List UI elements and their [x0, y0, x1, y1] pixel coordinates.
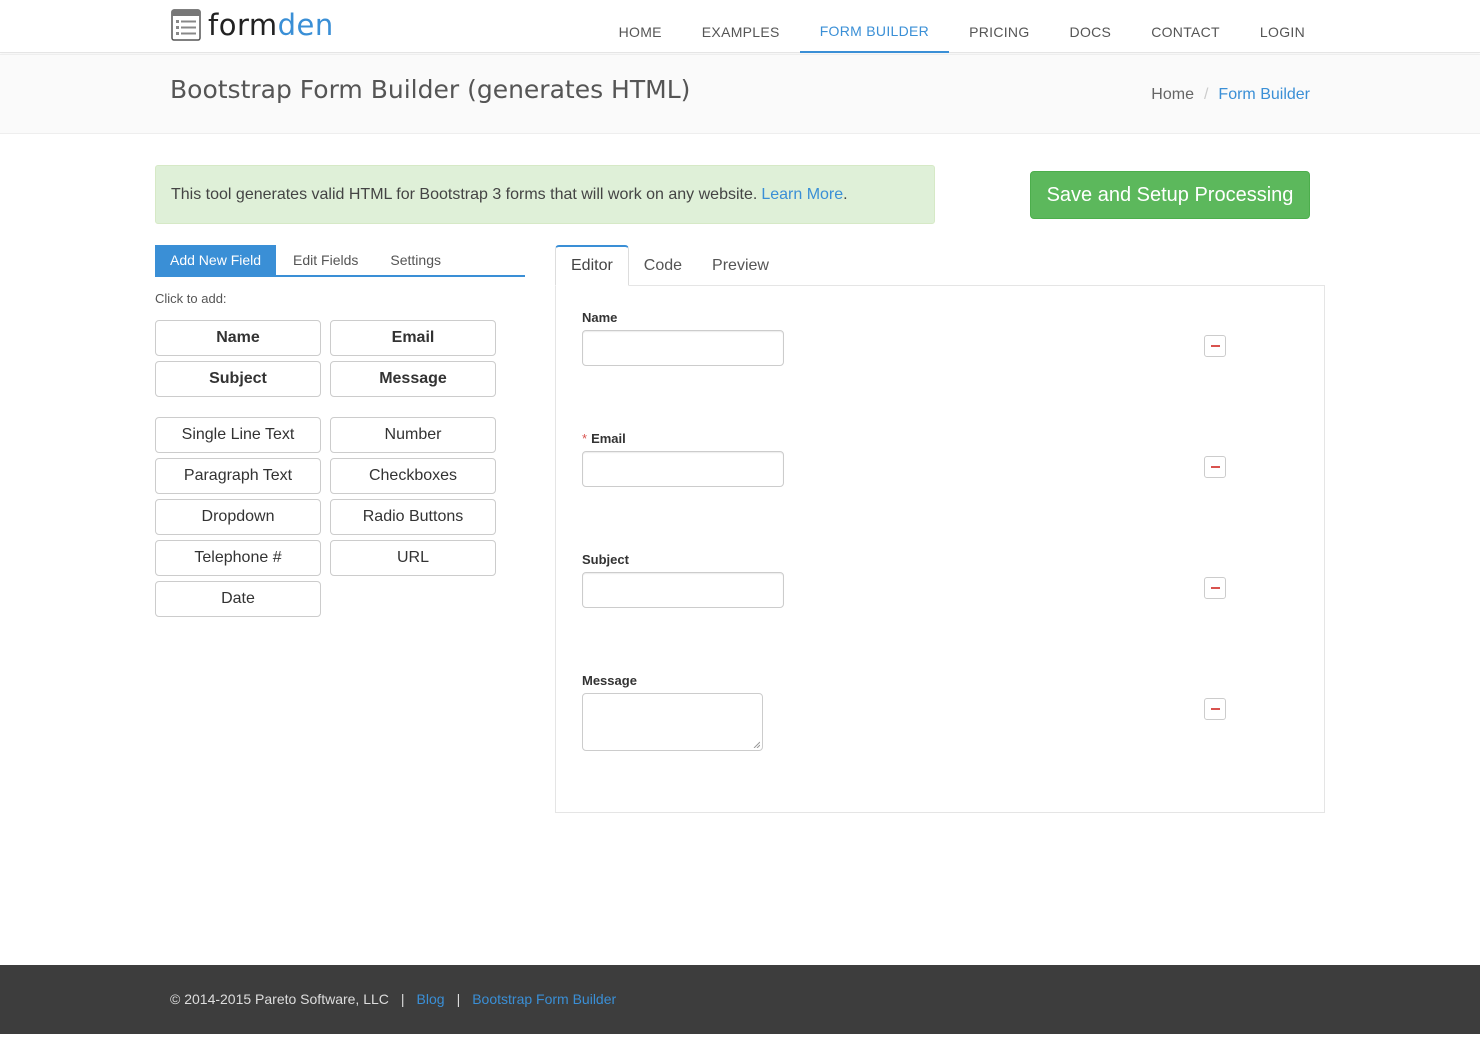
add-email-button[interactable]: Email	[330, 320, 496, 356]
add-subject-button[interactable]: Subject	[155, 361, 321, 397]
navbar: formden HOME EXAMPLES FORM BUILDER PRICI…	[0, 0, 1480, 53]
minus-icon	[1210, 345, 1220, 347]
click-to-add-label: Click to add:	[155, 291, 227, 306]
minus-icon	[1210, 587, 1220, 589]
tab-code[interactable]: Code	[629, 245, 697, 286]
alert-text: This tool generates valid HTML for Boots…	[171, 185, 758, 203]
tab-settings[interactable]: Settings	[375, 245, 456, 275]
add-message-button[interactable]: Message	[330, 361, 496, 397]
nav-form-builder[interactable]: FORM BUILDER	[799, 0, 950, 53]
nav-login[interactable]: LOGIN	[1240, 0, 1325, 53]
field-label-message-text: Message	[582, 673, 637, 688]
footer-separator: |	[400, 991, 405, 1007]
breadcrumb-current[interactable]: Form Builder	[1218, 86, 1310, 104]
footer-link-bootstrap-form-builder[interactable]: Bootstrap Form Builder	[472, 991, 616, 1007]
footer: © 2014-2015 Pareto Software, LLC | Blog …	[0, 965, 1480, 1034]
field-label-email: * Email	[582, 431, 626, 446]
learn-more-link[interactable]: Learn More	[761, 186, 843, 204]
field-label-message: Message	[582, 673, 637, 688]
tab-edit-fields[interactable]: Edit Fields	[278, 245, 373, 275]
nav-examples[interactable]: EXAMPLES	[682, 0, 800, 53]
nav-docs[interactable]: DOCS	[1050, 0, 1132, 53]
tab-preview[interactable]: Preview	[697, 245, 784, 286]
footer-separator: |	[456, 991, 461, 1007]
field-label-name: Name	[582, 310, 617, 325]
breadcrumb-home[interactable]: Home	[1151, 86, 1194, 104]
field-label-name-text: Name	[582, 310, 618, 325]
add-url-button[interactable]: URL	[330, 540, 496, 576]
logo-text: formden	[208, 8, 334, 42]
add-paragraph-text-button[interactable]: Paragraph Text	[155, 458, 321, 494]
add-radio-buttons-button[interactable]: Radio Buttons	[330, 499, 496, 535]
copyright: © 2014-2015 Pareto Software, LLC	[170, 991, 389, 1007]
remove-name-field-button[interactable]	[1204, 335, 1226, 357]
nav-home[interactable]: HOME	[599, 0, 682, 53]
logo-text-part2: den	[277, 8, 334, 42]
field-label-email-text: Email	[591, 431, 626, 446]
tab-editor[interactable]: Editor	[555, 245, 629, 286]
remove-email-field-button[interactable]	[1204, 456, 1226, 478]
subject-input[interactable]	[582, 572, 784, 608]
name-input[interactable]	[582, 330, 784, 366]
remove-subject-field-button[interactable]	[1204, 577, 1226, 599]
add-checkboxes-button[interactable]: Checkboxes	[330, 458, 496, 494]
required-marker: *	[582, 431, 588, 446]
info-alert: This tool generates valid HTML for Boots…	[155, 165, 935, 224]
editor-panel: Name * Email Subject Message	[555, 285, 1325, 813]
tab-add-new-field[interactable]: Add New Field	[155, 245, 277, 275]
field-label-subject: Subject	[582, 552, 629, 567]
document-list-icon	[171, 9, 201, 41]
add-telephone-button[interactable]: Telephone #	[155, 540, 321, 576]
logo[interactable]: formden	[170, 8, 334, 42]
add-number-button[interactable]: Number	[330, 417, 496, 453]
remove-message-field-button[interactable]	[1204, 698, 1226, 720]
save-and-setup-button[interactable]: Save and Setup Processing	[1030, 171, 1310, 219]
main-nav: HOME EXAMPLES FORM BUILDER PRICING DOCS …	[599, 0, 1325, 53]
add-name-button[interactable]: Name	[155, 320, 321, 356]
nav-pricing[interactable]: PRICING	[949, 0, 1049, 53]
footer-text: © 2014-2015 Pareto Software, LLC | Blog …	[170, 991, 616, 1007]
logo-text-part1: form	[208, 8, 278, 42]
add-date-button[interactable]: Date	[155, 581, 321, 617]
email-input[interactable]	[582, 451, 784, 487]
resize-grip-icon[interactable]	[753, 741, 760, 748]
editor-tabs: Editor Code Preview	[555, 245, 784, 286]
add-dropdown-button[interactable]: Dropdown	[155, 499, 321, 535]
alert-period: .	[843, 185, 848, 203]
minus-icon	[1210, 708, 1220, 710]
message-textarea[interactable]	[582, 693, 763, 751]
breadcrumb: Home / Form Builder	[1151, 86, 1310, 104]
page-header: Bootstrap Form Builder (generates HTML) …	[0, 54, 1480, 134]
footer-link-blog[interactable]: Blog	[417, 991, 445, 1007]
nav-contact[interactable]: CONTACT	[1131, 0, 1240, 53]
field-label-subject-text: Subject	[582, 552, 629, 567]
add-single-line-text-button[interactable]: Single Line Text	[155, 417, 321, 453]
page-title: Bootstrap Form Builder (generates HTML)	[170, 75, 691, 104]
breadcrumb-separator: /	[1203, 86, 1209, 103]
left-tabs: Add New Field Edit Fields Settings	[155, 245, 525, 277]
minus-icon	[1210, 466, 1220, 468]
